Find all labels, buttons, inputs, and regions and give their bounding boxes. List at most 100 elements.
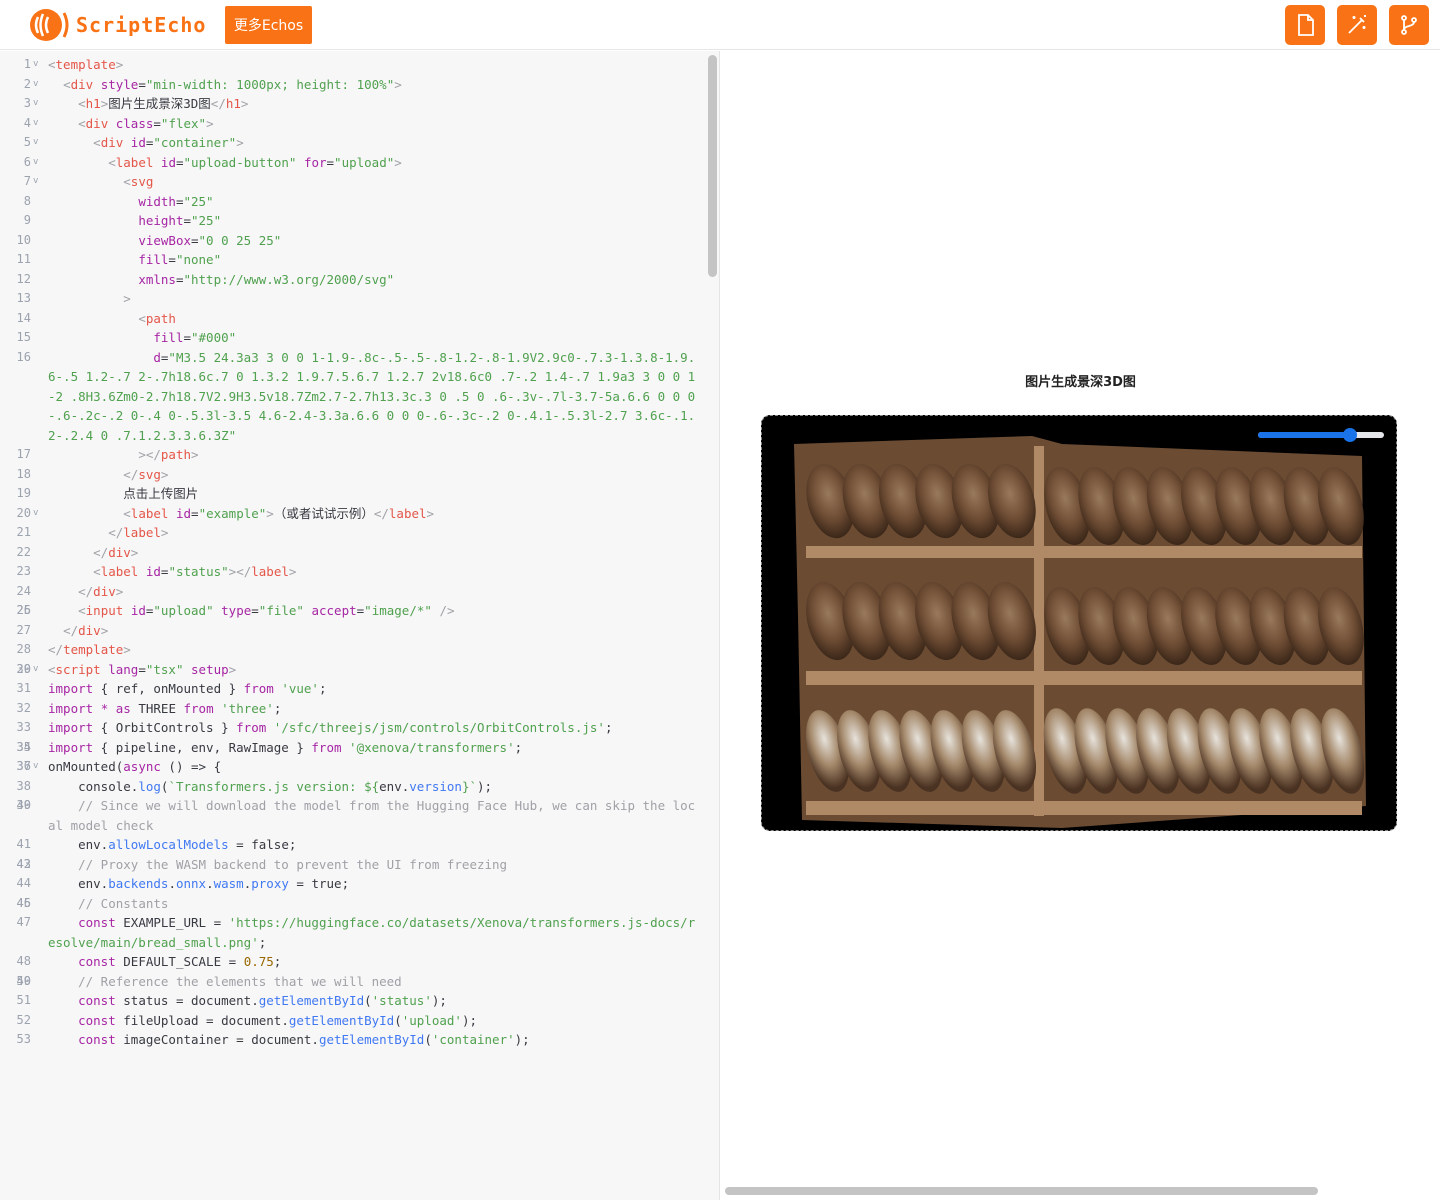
code-line[interactable]: 48 const DEFAULT_SCALE = 0.75; [17, 952, 698, 972]
code-line[interactable]: 21 </label> [17, 523, 698, 543]
code-line[interactable]: 19 点击上传图片 [17, 484, 698, 504]
file-button[interactable] [1285, 5, 1325, 45]
fold-chevron-icon[interactable]: v [33, 114, 38, 134]
editor-vertical-scrollbar[interactable] [708, 55, 717, 277]
code-text: <script lang="tsx" setup> [48, 661, 237, 677]
code-line[interactable]: 12 xmlns="http://www.w3.org/2000/svg" [17, 270, 698, 290]
depth-image-container[interactable] [761, 415, 1397, 831]
code-area[interactable]: 1 v <template> 2 v <div style="min-width: 10… [17, 55, 698, 1050]
code-text: d="M3.5 24.3a3 3 0 0 1-1.9-.8c-.5-.5-.8-… [48, 349, 696, 443]
fold-chevron-icon[interactable]: v [33, 153, 38, 173]
code-line[interactable]: 41 env.allowLocalModels = false; [17, 835, 698, 855]
code-line[interactable]: 16 d="M3.5 24.3a3 3 0 0 1-1.9-.8c-.5-.5-… [17, 348, 698, 446]
magic-wand-icon [1348, 15, 1366, 34]
line-number: 53 [16, 1032, 31, 1046]
fold-chevron-icon[interactable]: v [33, 94, 38, 114]
code-line[interactable]: 3v <h1>图片生成景深3D图</h1> [24, 94, 698, 114]
code-text: <svg [123, 174, 154, 189]
code-line[interactable]: 5v <div id="container"> [24, 133, 698, 153]
git-branch-icon [1401, 15, 1417, 35]
code-line[interactable]: 33 import { OrbitControls } from '/sfc/th… [17, 718, 698, 738]
line-number: 40 [16, 798, 31, 812]
fold-chevron-icon[interactable]: v [33, 757, 38, 777]
logo[interactable]: ScriptEcho [28, 7, 206, 43]
line-number: 1 [23, 57, 31, 71]
line-number: 6 [23, 154, 31, 169]
line-number: 24 [16, 583, 31, 598]
line-number: 32 [16, 700, 31, 715]
code-line[interactable]: 53 const imageContainer = document.getEl… [17, 1030, 698, 1050]
code-text: </svg> [123, 466, 169, 482]
fold-chevron-icon[interactable]: v [33, 504, 38, 524]
code-line[interactable]: 10 viewBox="0 0 25 25" [17, 231, 698, 251]
git-branch-button[interactable] [1389, 5, 1429, 45]
code-line[interactable]: 35 import { pipeline, env, RawImage } fro… [17, 738, 698, 758]
magic-wand-button[interactable] [1337, 5, 1377, 45]
code-line[interactable]: 7v <svg [24, 172, 698, 192]
line-number: 4 [23, 115, 31, 130]
code-text: import * as THREE from 'three'; [48, 700, 282, 716]
fold-chevron-icon[interactable]: v [33, 172, 38, 192]
code-line[interactable]: 27 </div> [17, 621, 698, 641]
code-text: const DEFAULT_SCALE = 0.75; [78, 954, 282, 969]
code-line[interactable]: 20 v <label id="example">（或者试试示例）</label> [17, 504, 698, 524]
depth-scale-slider[interactable] [1258, 428, 1384, 442]
code-line[interactable]: 31 import { ref, onMounted } from 'vue'; [17, 679, 698, 699]
code-line[interactable]: 26 <input id="upload" type="file" accept… [17, 601, 698, 621]
code-line[interactable]: 8 width="25" [24, 192, 698, 212]
code-line[interactable]: 2v <div style="min-width: 1000px; height… [24, 75, 698, 95]
line-number: 51 [16, 993, 31, 1007]
code-line[interactable]: 6v <label id="upload-button" for="upload… [24, 153, 698, 173]
code-line[interactable]: 11 fill="none" [17, 250, 698, 270]
line-number: 44 [16, 876, 31, 890]
line-number: 5 [23, 135, 31, 149]
code-line[interactable]: 9 height="25" [24, 211, 698, 231]
code-text: import { ref, onMounted } from 'vue'; [48, 681, 327, 696]
preview-horizontal-scrollbar[interactable] [725, 1187, 1318, 1195]
code-line[interactable]: 46 // Constants [17, 894, 698, 914]
code-line[interactable]: 50 // Reference the elements that we wil… [17, 972, 698, 992]
code-text: </label> [108, 525, 169, 540]
code-text: </template> [48, 642, 131, 657]
top-bar: ScriptEcho 更多Echos [0, 0, 1440, 50]
code-line[interactable]: 23 <label id="status"></label> [17, 562, 698, 582]
code-line[interactable]: 4v <div class="flex"> [24, 114, 698, 134]
line-number: 15 [16, 330, 31, 344]
code-line[interactable]: 44 env.backends.onnx.wasm.proxy = true; [17, 874, 698, 894]
code-line[interactable]: 24 </div> [17, 582, 698, 602]
code-line[interactable]: 47 const EXAMPLE_URL = 'https://huggingf… [17, 913, 698, 952]
code-line[interactable]: 37 v onMounted(async () => { [17, 757, 698, 777]
fold-chevron-icon[interactable]: v [33, 133, 38, 153]
code-line[interactable]: 30 v <script lang="tsx" setup> [17, 660, 698, 680]
fold-chevron-icon[interactable]: v [33, 75, 38, 95]
code-text: onMounted(async () => { [48, 759, 222, 774]
code-line[interactable]: 22 </div> [17, 543, 698, 563]
line-number: 20 [16, 505, 31, 520]
fold-chevron-icon[interactable]: v [33, 55, 38, 75]
line-number: 47 [16, 915, 31, 929]
code-line[interactable]: 38 console.log(`Transformers.js version:… [17, 777, 698, 797]
code-line[interactable]: 43 // Proxy the WASM backend to prevent … [17, 855, 698, 875]
code-text: // Since we will download the model from… [48, 798, 696, 833]
code-line[interactable]: 32 import * as THREE from 'three'; [17, 699, 698, 719]
slider-thumb[interactable] [1342, 428, 1357, 442]
line-number: 27 [16, 622, 31, 637]
code-line[interactable]: 40 // Since we will download the model f… [17, 796, 698, 835]
code-line[interactable]: 51 const status = document.getElementByI… [17, 991, 698, 1011]
code-line[interactable]: 28 </template> [17, 640, 698, 660]
line-number: 22 [16, 544, 31, 559]
more-echos-button[interactable]: 更多Echos [225, 6, 312, 44]
code-line[interactable]: 1 v <template> [24, 55, 698, 75]
code-text: ></path> [138, 447, 199, 462]
line-number: 48 [16, 954, 31, 968]
code-line[interactable]: 17 ></path> [17, 445, 698, 465]
code-line[interactable]: 15 fill="#000" [17, 328, 698, 348]
code-line[interactable]: 52 const fileUpload = document.getElemen… [17, 1011, 698, 1031]
code-line[interactable]: 18 </svg> [17, 465, 698, 485]
code-line[interactable]: 14 <path [17, 309, 698, 329]
fold-chevron-icon[interactable]: v [33, 660, 38, 680]
preview-panel: 图片生成景深3D图 [721, 51, 1440, 1200]
line-number: 38 [16, 778, 31, 793]
code-editor[interactable]: 1 v <template> 2 v <div style="min-width: 10… [0, 51, 720, 1200]
code-line[interactable]: 13 > [17, 289, 698, 309]
